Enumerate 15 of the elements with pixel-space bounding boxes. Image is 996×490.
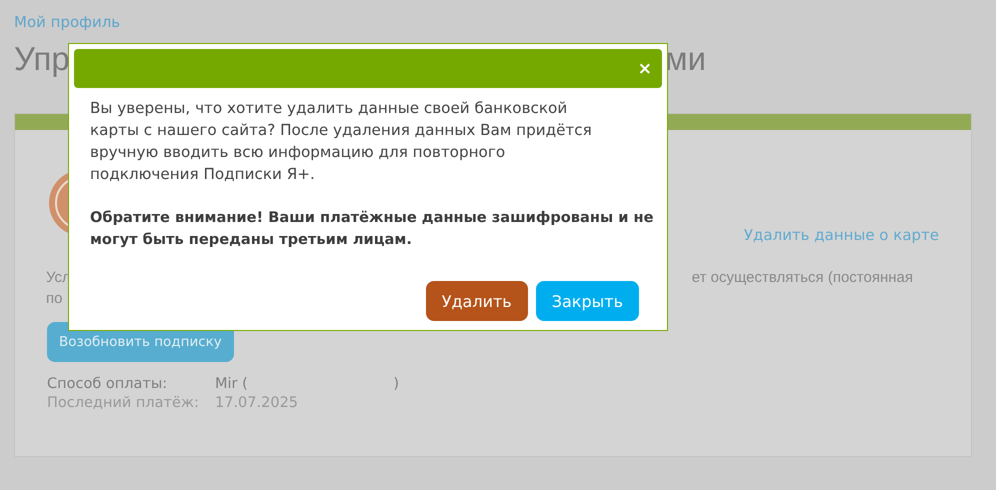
close-button[interactable]: × — [636, 58, 654, 78]
page-title: Упр — [14, 39, 70, 79]
notice-text: ет осуществляться (постоянная — [692, 268, 913, 288]
delete-button[interactable]: Удалить — [426, 281, 528, 321]
notice-text: по — [46, 289, 64, 309]
dialog-warning: Обратите внимание! Ваши платёжные данные зашифрованы и не могут быть переданы третьим лицам. — [89, 208, 655, 250]
close-dialog-button[interactable]: Закрыть — [536, 281, 639, 321]
delete-card-link[interactable]: Удалить данные о карте — [744, 226, 939, 244]
detail-value: ) — [393, 376, 399, 392]
detail-value: Mir ( — [215, 376, 248, 392]
dialog-message: Вы уверены, что хотите удалить данные своей банковской карты с нашего сайта? После удаления данных Вам придётся вручную вводить всю информацию для повторного подключения Подписки Я+. — [89, 98, 593, 185]
detail-label: Последний платёж: — [47, 395, 200, 411]
detail-value: 17.07.2025 — [215, 395, 298, 411]
breadcrumb-link[interactable]: Мой профиль — [14, 13, 120, 31]
detail-label: Способ оплаты: — [47, 376, 168, 392]
